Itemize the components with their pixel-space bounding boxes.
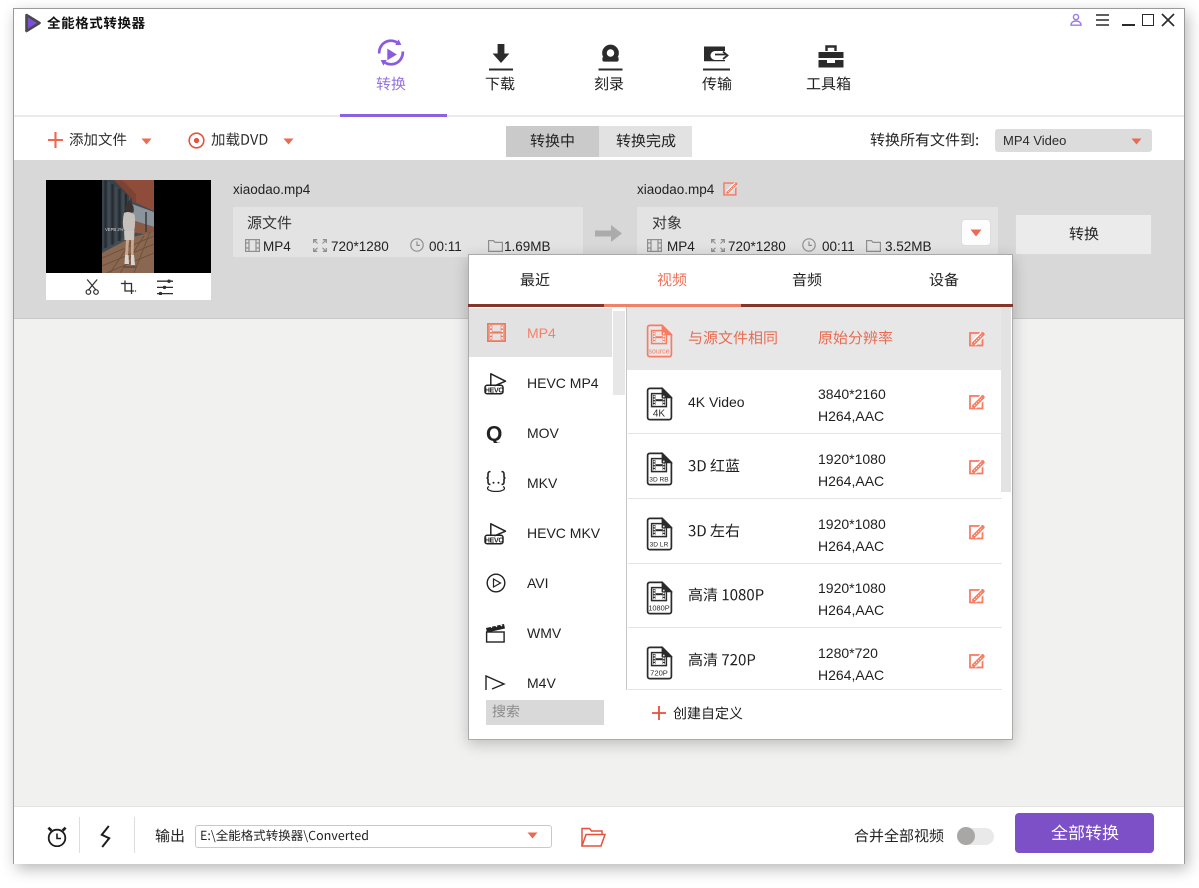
svg-text:source: source bbox=[648, 349, 669, 356]
svg-text:VEPB 2%: VEPB 2% bbox=[105, 227, 124, 232]
svg-text:4K: 4K bbox=[653, 409, 666, 420]
svg-text:1080P: 1080P bbox=[648, 604, 669, 613]
svg-text:HEVC: HEVC bbox=[485, 387, 503, 394]
svg-text:Q: Q bbox=[486, 424, 502, 443]
svg-text:3D RB: 3D RB bbox=[649, 477, 669, 484]
svg-text:3D LR: 3D LR bbox=[650, 542, 669, 549]
svg-text:HEVC: HEVC bbox=[485, 537, 503, 544]
svg-text:720P: 720P bbox=[650, 669, 668, 678]
